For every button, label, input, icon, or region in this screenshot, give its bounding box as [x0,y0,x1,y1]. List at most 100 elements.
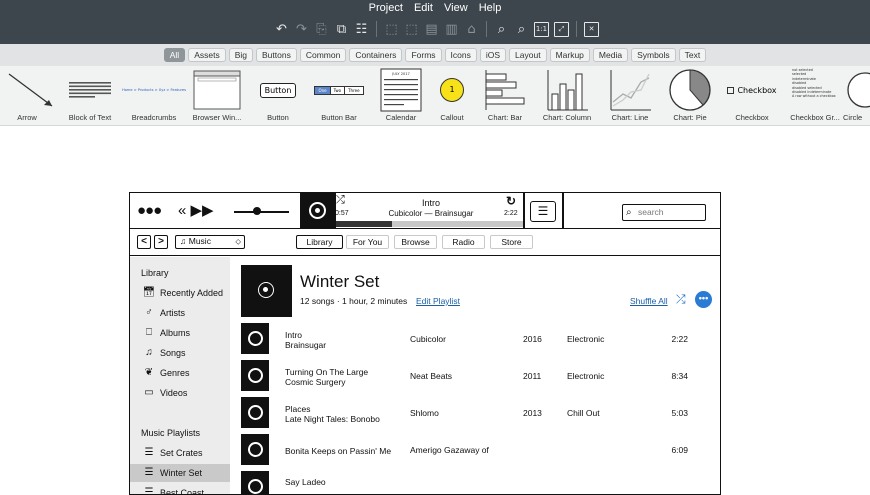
block-of-text-preview [55,68,125,112]
now-playing-subtitle: Cubicolor — Brainsugar [388,209,474,218]
delete-icon[interactable]: ✕ [584,21,599,37]
track-row[interactable]: Turning On The Large Cosmic Surgery Neat… [230,358,720,395]
track-row[interactable]: Say Ladeo Bobby McFerrin 2010 Jazz 8:44 [230,469,720,494]
volume-knob[interactable] [253,207,261,215]
fullscreen-icon[interactable]: ⤢ [554,21,569,37]
repeat-icon[interactable]: ↻ [506,194,516,208]
window-controls-icon[interactable]: ●●● [137,202,162,219]
duplicate-icon[interactable]: ⧉ [334,22,349,37]
track-row[interactable]: Intro Brainsugar Cubicolor 2016 Electron… [230,321,720,358]
tab-for-you[interactable]: For You [346,235,389,249]
shuffle-all-link[interactable]: Shuffle All [630,296,668,306]
more-button[interactable]: ••• [695,291,712,308]
now-playing-artwork [300,193,336,228]
ungroup-icon[interactable]: ⬚ [404,22,419,37]
music-app-mockup: ●●● « ▶▶ ⤮ 0:57 Intro Cubicolor — Brains… [129,192,721,495]
track-row[interactable]: Bonita Keeps on Passin' Me Amerigo Gazaw… [230,432,720,469]
group-icon[interactable]: ⬚ [384,22,399,37]
now-playing: ⤮ 0:57 Intro Cubicolor — Brainsugar ↻ 2:… [335,193,524,228]
category-media[interactable]: Media [592,48,629,62]
album-icon: ⎕ [146,327,152,338]
shuffle-icon[interactable]: ⤮ [336,194,345,207]
zoom-out-icon[interactable]: ⌕ [494,22,509,37]
sidebar-item-label: Genres [160,368,190,378]
sidebar-item-winter-set[interactable]: ☰ Winter Set [130,464,230,482]
sidebar-item-artists[interactable]: ♂ Artists [130,304,230,322]
toolbar: ↶ ↷ ⎘ ⧉ ☷ ⬚ ⬚ ▤ ▥ ⌂ ⌕ ⌕ 1:1 ⤢ ✕ [274,20,599,38]
progress-track[interactable] [336,221,523,227]
tab-browse[interactable]: Browse [394,235,437,249]
category-assets[interactable]: Assets [188,48,226,62]
menu-bar: Project Edit View Help [0,2,870,14]
search-input[interactable]: ⌕ search [622,204,706,221]
forward-button[interactable]: > [154,235,168,249]
sidebar-item-label: Recently Added [160,288,224,298]
sidebar-item-genres[interactable]: ❦ Genres [130,364,230,382]
front-icon[interactable]: ▤ [424,22,439,37]
category-markup[interactable]: Markup [549,48,590,62]
menu-project[interactable]: Project [369,2,403,14]
sidebar-item-label: Winter Set [160,468,203,478]
category-common[interactable]: Common [299,48,347,62]
actual-size-icon[interactable]: 1:1 [534,21,549,37]
back-icon[interactable]: ▥ [444,22,459,37]
category-symbols[interactable]: Symbols [631,48,676,62]
sidebar-item-albums[interactable]: ⎕ Albums [130,324,230,342]
menu-view[interactable]: View [444,2,468,14]
undo-icon[interactable]: ↶ [274,22,289,37]
track-artist: Cubicolor [410,334,446,344]
lock-icon[interactable]: ⌂ [464,22,479,37]
paste-icon[interactable]: ☷ [354,22,369,37]
progress-fill [336,221,393,227]
sidebar-item-songs[interactable]: ♫ Songs [130,344,230,362]
menu-help[interactable]: Help [479,2,502,14]
track-artist: Neat Beats [410,371,453,381]
zoom-in-icon[interactable]: ⌕ [514,22,529,37]
menu-edit[interactable]: Edit [414,2,433,14]
sidebar-item-videos[interactable]: ▭ Videos [130,384,230,402]
category-layout[interactable]: Layout [509,48,547,62]
track-genre: Electronic [567,334,605,344]
source-dropdown-value: Music [188,236,211,246]
tab-radio[interactable]: Radio [442,235,485,249]
redo-icon[interactable]: ↷ [294,22,309,37]
toolbar-divider [576,21,577,37]
category-forms[interactable]: Forms [405,48,442,62]
playback-controls[interactable]: « ▶▶ [178,201,214,219]
track-row[interactable]: Places Late Night Tales: Bonobo Shlomo 2… [230,395,720,432]
volume-slider[interactable] [234,211,289,213]
sidebar-item-best-coast[interactable]: ☰ Best Coast [130,484,230,494]
music-note-icon: ♫ [145,347,153,358]
sidebar-item-recently-added[interactable]: 📅︎ Recently Added [130,284,230,302]
sidebar-item-set-crates[interactable]: ☰ Set Crates [130,444,230,462]
category-containers[interactable]: Containers [349,48,403,62]
category-all[interactable]: All [163,48,186,62]
breadcrumbs-preview-text: Home > Products > Xyz > Features [122,88,186,92]
checkbox-group-preview: not selected selected indeterminate disa… [792,68,850,112]
category-big[interactable]: Big [228,48,254,62]
copy-icon[interactable]: ⎘ [314,22,329,37]
library-item-checkbox-group[interactable]: not selected selected indeterminate disa… [780,66,850,125]
track-genre: Jazz [567,481,584,494]
toolbar-divider [486,21,487,37]
category-ios[interactable]: iOS [479,48,507,62]
back-button[interactable]: < [137,235,151,249]
category-icons[interactable]: Icons [444,48,477,62]
tab-store[interactable]: Store [490,235,533,249]
track-time: 8:44 [658,481,688,494]
arrow-preview [0,68,62,112]
library-item-circle[interactable]: Circle [843,66,870,125]
category-text[interactable]: Text [678,48,707,62]
edit-playlist-link[interactable]: Edit Playlist [416,296,460,306]
shuffle-icon[interactable]: ⤮ [676,292,686,307]
tab-library[interactable]: Library [296,235,343,249]
track-artwork [241,360,269,391]
source-dropdown[interactable]: ♫ Music ⬦ [175,235,245,249]
list-icon: ☰ [144,467,154,478]
category-buttons[interactable]: Buttons [256,48,297,62]
queue-list-button[interactable]: ☰ [530,201,556,222]
browser-window-preview [182,68,252,112]
track-artist: Shlomo [410,408,439,418]
sidebar-item-label: Albums [160,328,191,338]
track-artist: Amerigo Gazaway of [410,445,489,455]
